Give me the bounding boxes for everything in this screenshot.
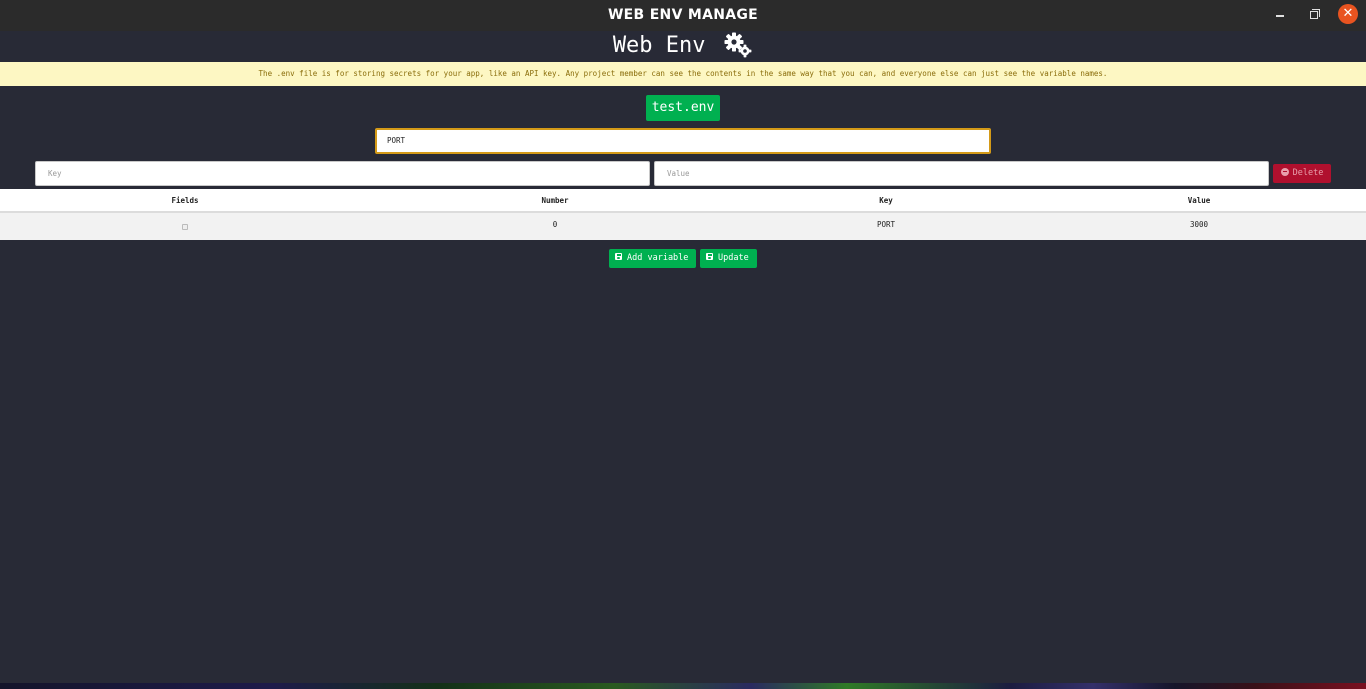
window-title: WEB ENV MANAGE — [607, 7, 759, 23]
row-checkbox[interactable] — [182, 223, 188, 230]
column-header-value: Value — [1187, 196, 1211, 205]
delete-label: Delete — [1292, 168, 1324, 178]
gears-icon — [724, 32, 752, 58]
save-icon — [615, 253, 622, 260]
page-title: Web Env — [612, 33, 706, 58]
close-button[interactable]: ✕ — [1338, 4, 1358, 24]
row-number: 0 — [552, 220, 558, 229]
close-icon: ✕ — [1342, 6, 1354, 21]
table-row[interactable]: 0 PORT 3000 — [0, 213, 1366, 240]
minimize-button[interactable] — [1270, 6, 1290, 26]
key-input[interactable]: Key — [35, 161, 650, 186]
update-label: Update — [718, 253, 749, 263]
desktop-wallpaper-strip — [0, 683, 1366, 689]
window-titlebar: WEB ENV MANAGE ✕ — [0, 0, 1366, 31]
maximize-icon — [1310, 11, 1318, 19]
value-input[interactable]: Value — [654, 161, 1269, 186]
table-header: Fields Number Key Value — [0, 189, 1366, 213]
env-file-button[interactable]: test.env — [646, 95, 720, 121]
minus-circle-icon — [1280, 167, 1289, 176]
app-header: Web Env — [0, 31, 1366, 61]
row-select-cell — [0, 213, 370, 237]
variables-table: Fields Number Key Value 0 PORT 3000 — [0, 189, 1366, 240]
minimize-icon — [1276, 15, 1284, 17]
column-header-number: Number — [541, 196, 569, 205]
row-value: 3000 — [1189, 220, 1209, 229]
delete-button[interactable]: Delete — [1273, 164, 1331, 183]
add-variable-button[interactable]: Add variable — [609, 249, 696, 268]
column-header-fields: Fields — [171, 196, 199, 205]
row-key: PORT — [876, 220, 896, 229]
search-input[interactable]: PORT — [375, 128, 991, 154]
save-icon — [706, 253, 713, 260]
add-variable-label: Add variable — [627, 253, 689, 263]
maximize-button[interactable] — [1304, 6, 1324, 26]
column-header-key: Key — [879, 196, 893, 205]
info-notice: The .env file is for storing secrets for… — [0, 62, 1366, 86]
update-button[interactable]: Update — [700, 249, 757, 268]
